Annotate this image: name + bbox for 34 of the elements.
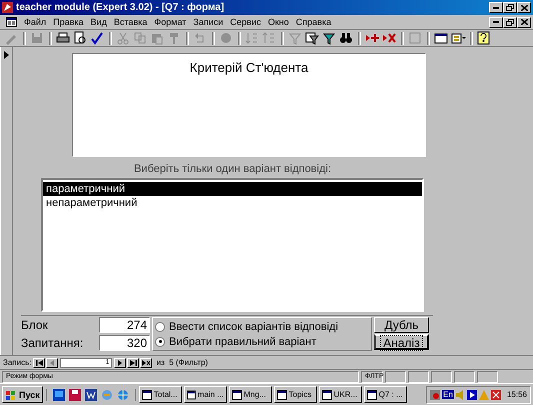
taskbar-button[interactable]: Topics: [274, 386, 317, 403]
taskbar-button[interactable]: main ...: [184, 386, 227, 403]
form-button[interactable]: Аналіз: [374, 334, 429, 350]
option-label: Вибрати правильний варіант: [169, 336, 316, 348]
clock: 15:56: [506, 390, 527, 399]
form-button[interactable]: Дубль: [374, 317, 429, 333]
number-field[interactable]: 320: [99, 335, 150, 351]
taskbar-button[interactable]: UKR...: [318, 386, 362, 403]
answer-option[interactable]: непараметричний: [43, 196, 422, 210]
answer-option[interactable]: параметричний: [43, 182, 422, 196]
taskbar-button[interactable]: Total...: [138, 386, 182, 403]
option-label: Ввести список варіантів відповіді: [169, 320, 338, 332]
menu-item[interactable]: Формат: [154, 17, 186, 27]
menu-item[interactable]: Справка: [296, 17, 332, 27]
menu-item[interactable]: Вставка: [114, 17, 148, 27]
menu-item[interactable]: Сервис: [230, 17, 261, 27]
question-text: Критерій Ст'юдента: [190, 60, 308, 75]
start-button[interactable]: Пуск: [2, 386, 43, 403]
answer-list[interactable]: параметричний непараметричний: [41, 178, 424, 312]
menu-item[interactable]: Записи: [193, 17, 224, 27]
menu-item[interactable]: Вид: [90, 17, 107, 27]
record-label: Запись:: [3, 358, 32, 367]
menu-item[interactable]: Правка: [53, 17, 84, 27]
taskbar-button[interactable]: Q7 : ...: [364, 386, 407, 403]
menu-item[interactable]: Файл: [24, 17, 46, 27]
menu-item[interactable]: Окно: [268, 17, 289, 27]
field-label: Запитання:: [21, 336, 84, 350]
prompt-label: Виберіть тільки один варіант відповіді:: [132, 163, 332, 175]
number-field[interactable]: 274: [99, 317, 150, 333]
record-count: из 5 (Фильтр): [156, 358, 208, 367]
taskbar-button[interactable]: Mng...: [228, 386, 272, 403]
field-label: Блок: [21, 318, 49, 332]
window-title: teacher module (Expert 3.02) - [Q7 : форма]: [16, 2, 226, 13]
language-indicator[interactable]: En: [442, 390, 454, 399]
